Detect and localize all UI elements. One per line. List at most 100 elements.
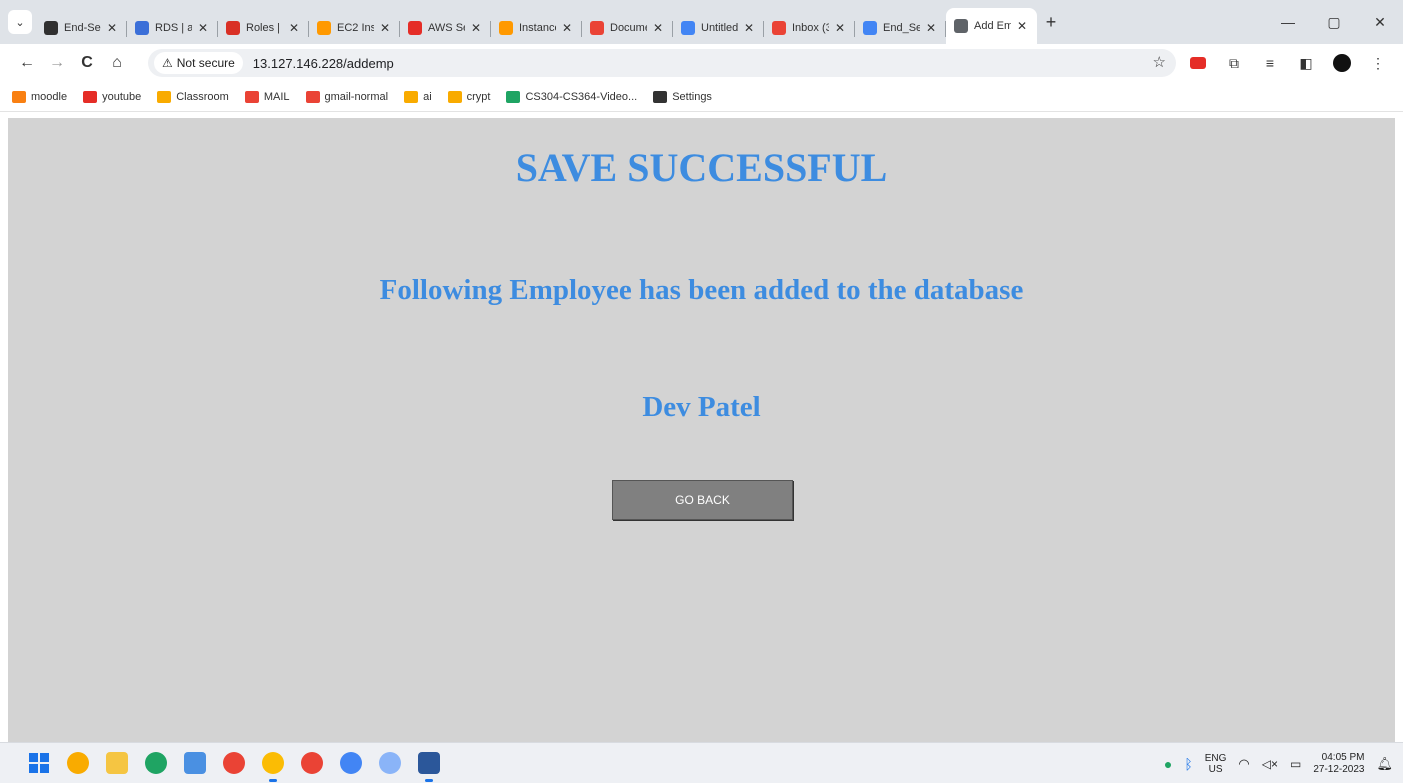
bookmark-label: Settings [672, 90, 712, 103]
browser-tab[interactable]: Docume ✕ [582, 12, 673, 44]
bookmark-label: crypt [466, 90, 491, 103]
profile-avatar-icon[interactable] [1329, 48, 1355, 78]
tab-favicon-icon [681, 21, 695, 35]
tab-favicon-icon [408, 21, 422, 35]
tab-close-icon[interactable]: ✕ [105, 21, 119, 35]
tab-title: End_Sen [883, 22, 920, 34]
tab-close-icon[interactable]: ✕ [651, 21, 665, 35]
side-panel-icon[interactable]: ◧ [1293, 48, 1319, 78]
browser-tab[interactable]: Untitled ✕ [673, 12, 764, 44]
chrome-beta-icon[interactable] [340, 752, 362, 774]
minimize-button[interactable]: — [1265, 0, 1311, 44]
tab-close-icon[interactable]: ✕ [833, 21, 847, 35]
browser-tab[interactable]: Add Emp ✕ [946, 8, 1037, 44]
tab-title: AWS Ser [428, 22, 465, 34]
browser-tab[interactable]: Roles | I ✕ [218, 12, 309, 44]
tab-title: Add Emp [974, 20, 1011, 32]
bookmark-item[interactable]: moodle [12, 90, 67, 103]
bookmark-item[interactable]: MAIL [244, 90, 290, 103]
close-window-button[interactable]: ✕ [1357, 0, 1403, 44]
tab-close-icon[interactable]: ✕ [287, 21, 301, 35]
browser-tab[interactable]: End-Sem ✕ [36, 12, 127, 44]
browser-tab[interactable]: EC2 Inst ✕ [309, 12, 400, 44]
restore-button[interactable]: ▢ [1311, 0, 1357, 44]
bookmark-favicon-icon [157, 90, 172, 103]
bookmark-label: ai [423, 90, 432, 103]
bookmark-favicon-icon [447, 90, 462, 103]
browser-tab[interactable]: AWS Ser ✕ [400, 12, 491, 44]
system-tray: ● ᛒ ENG US ◠ ◁× ▭ 04:05 PM 27-12-2023 🔔︎ [1164, 743, 1393, 784]
tab-favicon-icon [135, 21, 149, 35]
word-icon[interactable] [418, 752, 440, 782]
menu-kebab-icon[interactable]: ⋮ [1365, 48, 1391, 78]
tab-title: EC2 Inst [337, 22, 374, 34]
browser-tab[interactable]: Instance ✕ [491, 12, 582, 44]
bookmark-favicon-icon [305, 90, 320, 103]
bookmark-item[interactable]: CS304-CS364-Video... [506, 90, 637, 103]
notification-bell-icon[interactable]: 🔔︎ [1376, 756, 1393, 772]
tab-search-button[interactable]: ⌄ [8, 10, 32, 34]
reading-list-icon[interactable]: ≡ [1257, 48, 1283, 78]
page-title: SAVE SUCCESSFUL [515, 145, 888, 190]
browser-tab[interactable]: Inbox (3 ✕ [764, 12, 855, 44]
tab-strip: ⌄ End-Sem✕RDS | ap✕Roles | I✕EC2 Inst✕AW… [0, 0, 1403, 44]
back-button[interactable]: ← [12, 48, 42, 78]
bluetooth-icon[interactable]: ᛒ [1184, 756, 1192, 772]
app-icon[interactable] [67, 752, 89, 774]
volume-mute-icon[interactable]: ◁× [1262, 757, 1278, 771]
chrome-icon[interactable] [223, 752, 245, 774]
chrome-dev-icon[interactable] [379, 752, 401, 774]
file-explorer-icon[interactable] [106, 752, 128, 774]
youtube-extension-icon[interactable] [1185, 48, 1211, 78]
url-text[interactable]: 13.127.146.228/addemp [253, 56, 394, 71]
chrome-canary-icon[interactable] [301, 752, 323, 774]
bookmark-item[interactable]: Settings [653, 90, 712, 103]
bookmarks-bar: moodle youtube Classroom MAIL gmail-normal ai… [0, 82, 1403, 112]
tab-list: End-Sem✕RDS | ap✕Roles | I✕EC2 Inst✕AWS … [36, 0, 1037, 44]
reload-button[interactable]: C [72, 48, 102, 78]
tab-close-icon[interactable]: ✕ [742, 21, 756, 35]
tab-title: Instance [519, 22, 556, 34]
browser-toolbar: ← → C ⌂ ⚠ Not secure 13.127.146.228/adde… [0, 44, 1403, 82]
site-info-chip[interactable]: ⚠ Not secure [154, 52, 243, 74]
tab-close-icon[interactable]: ✕ [469, 21, 483, 35]
wifi-icon[interactable]: ◠ [1238, 756, 1249, 772]
browser-tab[interactable]: End_Sen ✕ [855, 12, 946, 44]
edge-icon[interactable] [145, 752, 167, 774]
warning-icon: ⚠ [162, 56, 173, 70]
defender-icon[interactable]: ● [1164, 756, 1172, 772]
bookmark-item[interactable]: crypt [447, 90, 491, 103]
bookmark-star-icon[interactable]: ☆ [1153, 53, 1166, 71]
clock[interactable]: 04:05 PM 27-12-2023 [1313, 752, 1364, 776]
address-bar[interactable]: ⚠ Not secure 13.127.146.228/addemp ☆ [148, 49, 1176, 77]
tab-title: End-Sem [64, 22, 101, 34]
tab-close-icon[interactable]: ✕ [1015, 19, 1029, 33]
tab-close-icon[interactable]: ✕ [560, 21, 574, 35]
window-controls: — ▢ ✕ [1265, 0, 1403, 44]
new-tab-button[interactable]: + [1037, 8, 1065, 36]
bookmark-item[interactable]: Classroom [157, 90, 229, 103]
clock-time: 04:05 PM [1321, 751, 1365, 763]
bookmark-item[interactable]: ai [404, 90, 432, 103]
bookmark-favicon-icon [653, 90, 668, 103]
bookmark-item[interactable]: gmail-normal [305, 90, 388, 103]
go-back-button[interactable]: GO BACK [612, 480, 793, 520]
windows-start-icon[interactable] [28, 752, 50, 774]
tab-close-icon[interactable]: ✕ [196, 21, 210, 35]
browser-tab[interactable]: RDS | ap ✕ [127, 12, 218, 44]
bookmark-favicon-icon [12, 90, 26, 103]
bookmark-favicon-icon [404, 90, 419, 103]
photos-icon[interactable] [184, 752, 206, 774]
bookmark-favicon-icon [83, 90, 98, 103]
tab-close-icon[interactable]: ✕ [378, 21, 392, 35]
tab-close-icon[interactable]: ✕ [924, 21, 938, 35]
bookmark-item[interactable]: youtube [83, 90, 141, 103]
home-button[interactable]: ⌂ [102, 48, 132, 78]
extensions-puzzle-icon[interactable]: ⧉ [1221, 48, 1247, 78]
chrome-profile-icon[interactable] [262, 752, 284, 782]
language-indicator[interactable]: ENG US [1205, 753, 1227, 775]
tab-favicon-icon [44, 21, 58, 35]
forward-button[interactable]: → [42, 48, 72, 78]
tab-title: RDS | ap [155, 22, 192, 34]
battery-icon[interactable]: ▭ [1290, 757, 1301, 771]
